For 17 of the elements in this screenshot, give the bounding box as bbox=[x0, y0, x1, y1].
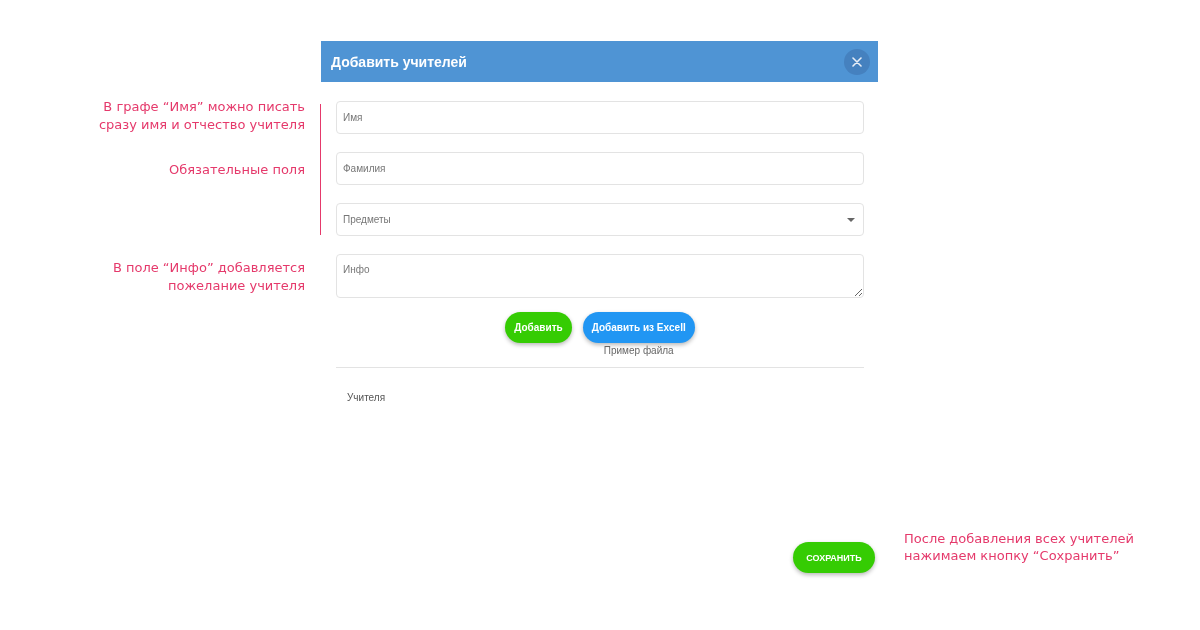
annotation-text: В графе “Имя” можно писать сразу имя и отчество учителя bbox=[98, 98, 305, 134]
textarea-field[interactable]: Инфо bbox=[336, 254, 864, 298]
input-field[interactable]: Имя bbox=[336, 101, 864, 134]
annotation-text: После добавления всех учителей нажимаем кнопку “Сохранить” bbox=[904, 530, 1134, 564]
save-button[interactable]: СОХРАНИТЬ bbox=[793, 542, 875, 573]
dialog-title: Добавить учителей bbox=[331, 53, 467, 70]
section-label: Учителя bbox=[347, 392, 386, 403]
caret-icon bbox=[847, 217, 855, 222]
import-button[interactable]: Добавить из Excell bbox=[582, 312, 695, 343]
close-icon bbox=[852, 56, 862, 67]
annotation-text: В поле “Инфо” добавляется пожелание учителя bbox=[112, 259, 305, 295]
close-button[interactable] bbox=[844, 48, 870, 75]
input-field[interactable]: Фамилия bbox=[336, 152, 864, 185]
example-file-link[interactable]: Пример файла bbox=[603, 345, 674, 357]
add-button[interactable]: Добавить bbox=[505, 312, 572, 343]
dropdown-field[interactable]: Предметы bbox=[336, 203, 864, 236]
annotation-text: Обязательные поля bbox=[169, 161, 305, 179]
